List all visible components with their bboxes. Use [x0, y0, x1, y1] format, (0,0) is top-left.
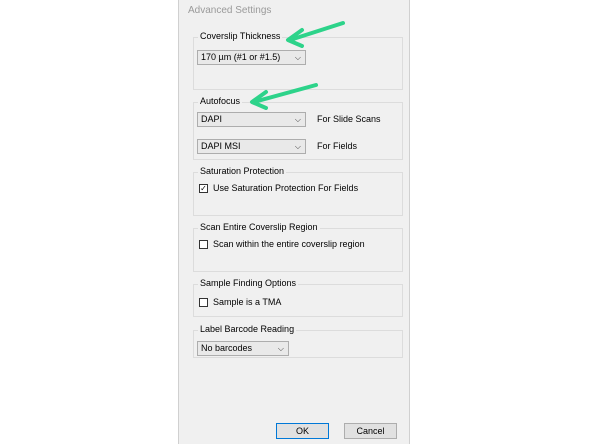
scan-entire-coverslip-group: Scan Entire Coverslip Region Scan within…: [193, 222, 403, 272]
autofocus-fields-value: DAPI MSI: [201, 141, 241, 151]
scan-entire-coverslip-label: Scan Entire Coverslip Region: [198, 222, 320, 232]
coverslip-thickness-label: Coverslip Thickness: [198, 31, 283, 41]
barcode-select[interactable]: No barcodes ⌵: [197, 341, 289, 356]
label-barcode-label: Label Barcode Reading: [198, 324, 297, 334]
sample-is-tma-checkbox[interactable]: [199, 297, 208, 307]
chevron-down-icon: ⌵: [294, 142, 301, 151]
saturation-protection-checkbox[interactable]: ✓: [199, 183, 208, 193]
autofocus-fields-select[interactable]: DAPI MSI ⌵: [197, 139, 306, 154]
annotation-arrow-icon: [250, 83, 318, 110]
sample-is-tma-checkbox-label: Sample is a TMA: [213, 297, 282, 307]
sample-finding-group: Sample Finding Options Sample is a TMA: [193, 278, 403, 317]
scan-entire-coverslip-checkbox[interactable]: [199, 239, 208, 249]
ok-button[interactable]: OK: [276, 423, 329, 439]
chevron-down-icon: ⌵: [294, 53, 301, 62]
autofocus-slide-scans-select[interactable]: DAPI ⌵: [197, 112, 306, 127]
autofocus-slide-scans-value: DAPI: [201, 114, 223, 124]
advanced-settings-dialog: Advanced Settings Coverslip Thickness 17…: [178, 0, 410, 444]
barcode-value: No barcodes: [201, 343, 253, 353]
coverslip-thickness-value: 170 µm (#1 or #1.5): [201, 52, 281, 62]
for-fields-label: For Fields: [317, 141, 358, 151]
for-slide-scans-label: For Slide Scans: [317, 114, 381, 124]
dialog-title: Advanced Settings: [188, 5, 272, 16]
annotation-arrow-icon: [286, 21, 345, 48]
scan-entire-coverslip-checkbox-label: Scan within the entire coverslip region: [213, 239, 365, 249]
chevron-down-icon: ⌵: [294, 115, 301, 124]
saturation-protection-group: Saturation Protection ✓ Use Saturation P…: [193, 166, 403, 216]
chevron-down-icon: ⌵: [277, 344, 284, 353]
saturation-protection-row[interactable]: ✓ Use Saturation Protection For Fields: [199, 183, 358, 193]
label-barcode-group: Label Barcode Reading No barcodes ⌵: [193, 324, 403, 358]
saturation-protection-checkbox-label: Use Saturation Protection For Fields: [213, 183, 359, 193]
autofocus-group: Autofocus DAPI ⌵ For Slide Scans DAPI MS…: [193, 96, 403, 160]
autofocus-label: Autofocus: [198, 96, 243, 106]
sample-is-tma-row[interactable]: Sample is a TMA: [199, 297, 281, 307]
sample-finding-label: Sample Finding Options: [198, 278, 299, 288]
coverslip-thickness-select[interactable]: 170 µm (#1 or #1.5) ⌵: [197, 50, 306, 65]
saturation-protection-label: Saturation Protection: [198, 166, 287, 176]
scan-entire-coverslip-row[interactable]: Scan within the entire coverslip region: [199, 239, 365, 249]
cancel-button[interactable]: Cancel: [344, 423, 397, 439]
